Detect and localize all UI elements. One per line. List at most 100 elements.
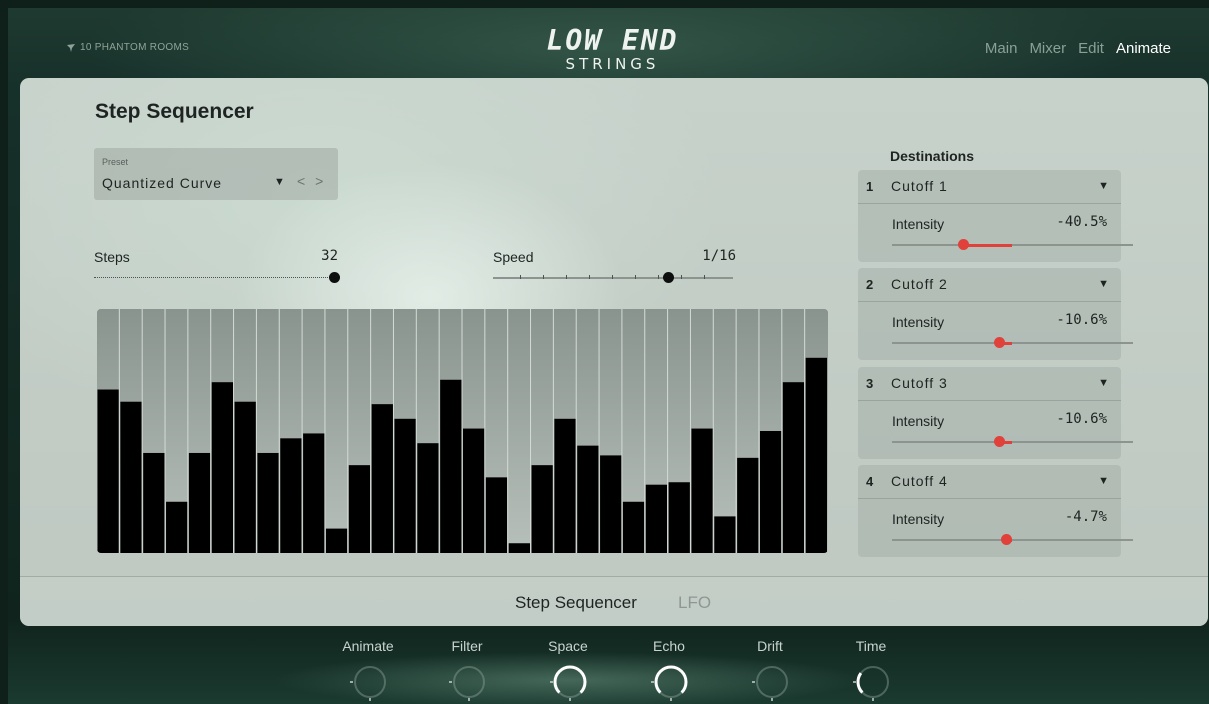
destination-dropdown-icon[interactable]: ▼ — [1098, 278, 1109, 290]
tab-step-sequencer[interactable]: Step Sequencer — [515, 593, 637, 613]
knob-icon[interactable] — [748, 662, 792, 702]
step-bar[interactable] — [234, 401, 256, 553]
steps-value: 32 — [321, 248, 338, 264]
step-bar[interactable] — [303, 433, 325, 553]
steps-label: Steps — [94, 249, 130, 265]
step-bar[interactable] — [120, 401, 142, 553]
speed-tick — [589, 275, 590, 279]
preset-selector[interactable]: Preset Quantized Curve ▼ < > — [94, 148, 338, 200]
speed-tick — [566, 275, 567, 279]
destination-header[interactable]: 1 Cutoff 1 ▼ — [858, 170, 1121, 204]
speed-tick — [520, 275, 521, 279]
destination-name[interactable]: Cutoff 3 — [891, 375, 948, 391]
steps-slider-track[interactable] — [94, 277, 334, 279]
intensity-label: Intensity — [892, 216, 945, 232]
intensity-slider-track[interactable] — [892, 441, 1133, 443]
intensity-slider-track[interactable] — [892, 539, 1133, 541]
step-bar[interactable] — [440, 379, 462, 553]
macro-time[interactable]: Time — [831, 638, 911, 702]
destination-dropdown-icon[interactable]: ▼ — [1098, 180, 1109, 192]
step-bar[interactable] — [737, 457, 759, 553]
intensity-slider-handle[interactable] — [958, 239, 970, 250]
destination-name[interactable]: Cutoff 1 — [891, 178, 948, 194]
nav-main[interactable]: Main — [985, 40, 1018, 57]
speed-tick — [543, 275, 544, 279]
knob-icon[interactable] — [346, 662, 390, 702]
macro-animate[interactable]: Animate — [328, 638, 408, 702]
intensity-value: -10.6% — [1056, 411, 1107, 427]
destination-header[interactable]: 3 Cutoff 3 ▼ — [858, 367, 1121, 401]
destination-dropdown-icon[interactable]: ▼ — [1098, 475, 1109, 487]
intensity-slider-handle[interactable] — [994, 337, 1006, 348]
speed-tick — [704, 275, 705, 279]
destination-number: 2 — [866, 277, 874, 292]
step-bar[interactable] — [691, 428, 713, 553]
intensity-value: -10.6% — [1056, 312, 1107, 328]
speed-slider-handle[interactable] — [663, 272, 675, 283]
speed-tick — [635, 275, 636, 279]
preset-prev-next-arrows[interactable]: < > — [297, 173, 326, 189]
intensity-slider-track[interactable] — [892, 244, 1133, 246]
step-bar[interactable] — [257, 452, 279, 553]
intensity-value: -40.5% — [1056, 214, 1107, 230]
step-bar[interactable] — [805, 357, 827, 553]
destination-slot: 3 Cutoff 3 ▼ Intensity -10.6% — [858, 367, 1133, 459]
macro-drift[interactable]: Drift — [730, 638, 810, 702]
step-bar[interactable] — [485, 477, 508, 553]
step-bar[interactable] — [280, 438, 302, 553]
preset-dropdown-icon[interactable]: ▼ — [274, 176, 285, 188]
step-bar[interactable] — [394, 418, 416, 553]
macro-label: Animate — [342, 638, 394, 654]
step-bar[interactable] — [417, 443, 439, 553]
step-bar[interactable] — [166, 501, 188, 553]
steps-slider-handle[interactable] — [329, 272, 340, 283]
step-bar[interactable] — [645, 484, 668, 553]
intensity-label: Intensity — [892, 314, 945, 330]
macro-space[interactable]: Space — [528, 638, 608, 702]
knob-icon[interactable] — [647, 662, 691, 702]
destination-name[interactable]: Cutoff 2 — [891, 276, 948, 292]
step-bar[interactable] — [325, 528, 348, 553]
speed-slider-track[interactable] — [493, 277, 733, 279]
intensity-slider-handle[interactable] — [1001, 534, 1013, 545]
intensity-slider-track[interactable] — [892, 342, 1133, 344]
step-bars[interactable] — [97, 309, 828, 553]
step-bar[interactable] — [143, 452, 165, 553]
step-bar[interactable] — [188, 452, 211, 553]
destination-header[interactable]: 4 Cutoff 4 ▼ — [858, 465, 1121, 499]
destination-name[interactable]: Cutoff 4 — [891, 473, 948, 489]
step-bar[interactable] — [622, 501, 645, 553]
preset-value[interactable]: Quantized Curve — [102, 175, 222, 191]
step-bar[interactable] — [759, 431, 782, 553]
animate-tabs: Step Sequencer LFO — [20, 576, 1208, 626]
step-bar[interactable] — [714, 516, 736, 553]
step-bar[interactable] — [600, 455, 622, 553]
step-bar[interactable] — [463, 428, 485, 553]
destination-header[interactable]: 2 Cutoff 2 ▼ — [858, 268, 1121, 302]
nav-animate[interactable]: Animate — [1116, 40, 1171, 57]
step-bar[interactable] — [97, 389, 119, 553]
macro-filter[interactable]: Filter — [427, 638, 507, 702]
speed-label: Speed — [493, 249, 534, 265]
step-bar[interactable] — [668, 482, 690, 553]
knob-icon[interactable] — [546, 662, 590, 702]
step-bar[interactable] — [577, 445, 599, 553]
step-bar[interactable] — [531, 465, 553, 553]
nav-edit[interactable]: Edit — [1078, 40, 1104, 57]
step-bar[interactable] — [348, 465, 371, 553]
step-bar[interactable] — [371, 404, 393, 553]
step-bar[interactable] — [508, 543, 531, 553]
tab-lfo[interactable]: LFO — [678, 593, 711, 613]
destination-dropdown-icon[interactable]: ▼ — [1098, 377, 1109, 389]
macro-echo[interactable]: Echo — [629, 638, 709, 702]
knob-icon[interactable] — [849, 662, 893, 702]
knob-icon[interactable] — [445, 662, 489, 702]
step-sequencer-grid[interactable] — [97, 309, 828, 553]
speed-tick — [681, 275, 682, 279]
step-bar[interactable] — [211, 382, 234, 553]
step-bar[interactable] — [554, 418, 576, 553]
step-bar[interactable] — [782, 382, 805, 553]
intensity-slider-handle[interactable] — [994, 436, 1006, 447]
animate-panel: Step Sequencer Preset Quantized Curve ▼ … — [20, 78, 1208, 626]
nav-mixer[interactable]: Mixer — [1029, 40, 1066, 57]
